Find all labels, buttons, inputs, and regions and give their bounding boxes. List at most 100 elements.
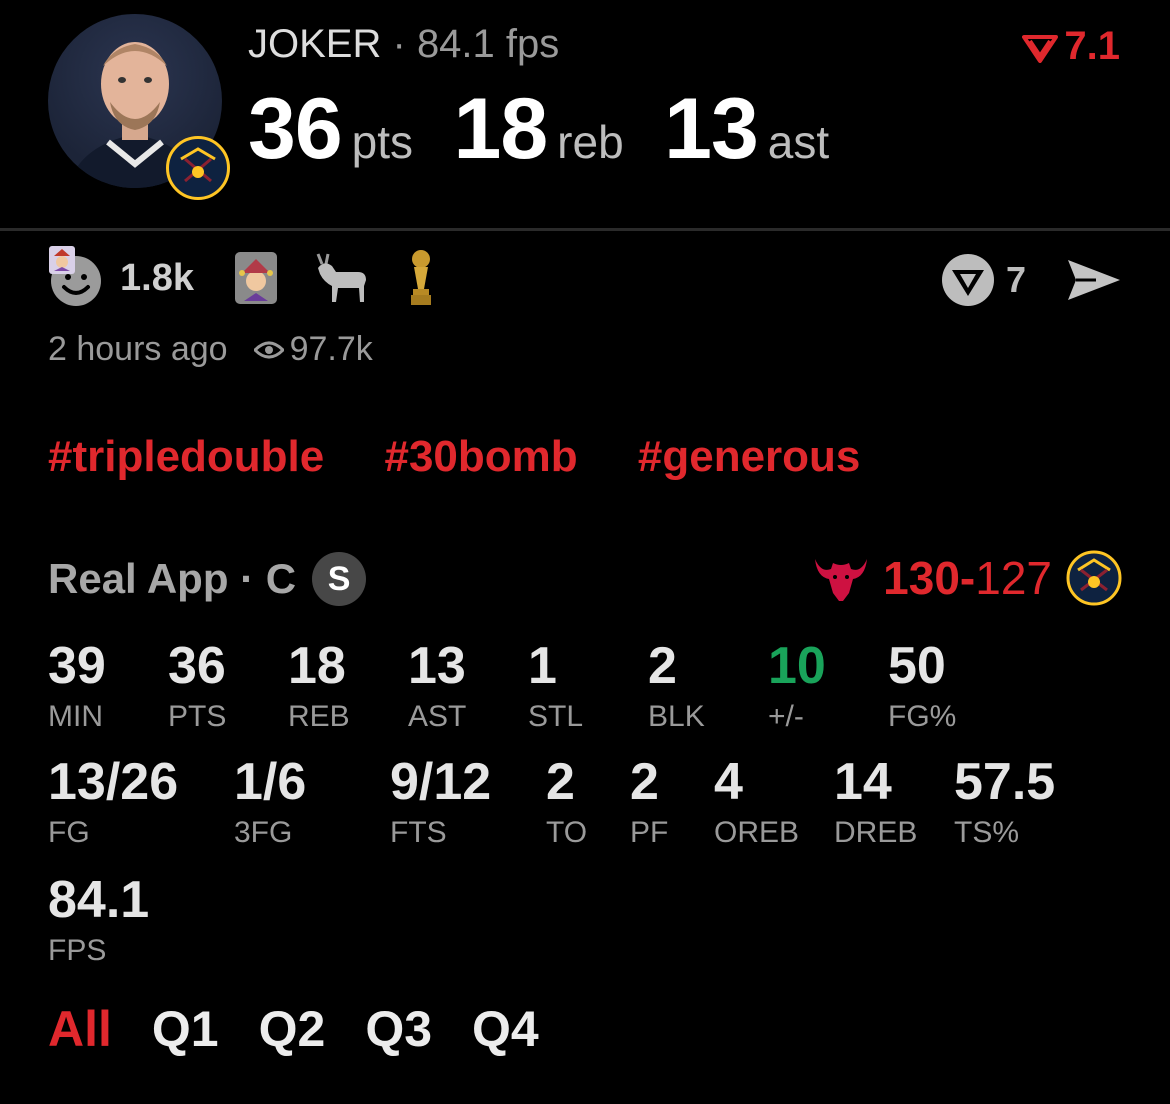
rating-value: 7.1: [1064, 24, 1120, 68]
stat-value: 9/12: [390, 753, 492, 811]
home-score: 130: [883, 552, 960, 604]
stat-value: 1/6: [234, 753, 307, 811]
stat-blk: 2 BLK: [648, 640, 705, 734]
time-ago: 2 hours ago: [48, 330, 228, 368]
bulls-logo-icon: [813, 553, 869, 603]
views: 97.7k: [253, 330, 373, 369]
post-meta: 2 hours ago 97.7k: [48, 330, 373, 369]
stat-value: 84.1: [48, 871, 150, 929]
rating: 7.1: [1022, 24, 1120, 69]
stat-min: 39 MIN: [48, 640, 106, 734]
score-dash: -: [959, 552, 976, 604]
fps-label: 84.1 fps: [416, 22, 560, 66]
stat-value: 14: [834, 753, 892, 811]
stat-fg: 13/26 FG: [48, 756, 178, 850]
stat-3fg: 1/6 3FG: [234, 756, 306, 850]
stat-label: DREB: [834, 816, 918, 849]
hashtags: #tripledouble #30bomb #generous: [48, 432, 908, 482]
headline-value: 18: [453, 81, 549, 177]
headline-unit: reb: [557, 116, 624, 168]
headline-stats: 36 pts 18 reb 13 ast: [248, 80, 865, 179]
source-label: Real App · C: [48, 555, 297, 602]
stat-value: 10: [768, 637, 826, 695]
tab-q3[interactable]: Q3: [365, 1000, 432, 1058]
stat-value: 1: [528, 637, 557, 695]
stat-fts: 9/12 FTS: [390, 756, 491, 850]
stat-value: 39: [48, 637, 106, 695]
stat-value: 50: [888, 637, 946, 695]
jester-card-icon[interactable]: [234, 251, 278, 305]
tab-q1[interactable]: Q1: [152, 1000, 219, 1058]
hashtag-link[interactable]: #generous: [638, 432, 861, 481]
trophy-icon[interactable]: [406, 249, 436, 307]
stat-dreb: 14 DREB: [834, 756, 917, 850]
player-title: JOKER · 84.1 fps: [248, 22, 559, 67]
stat-label: STL: [528, 700, 584, 733]
send-icon[interactable]: [1066, 256, 1122, 304]
comment-count[interactable]: 7: [1006, 259, 1026, 301]
stat-label: TS%: [954, 816, 1020, 849]
stat-fps: 84.1 FPS: [48, 874, 149, 968]
stat-pts: 36 PTS: [168, 640, 226, 734]
stat-value: 2: [648, 637, 677, 695]
hashtag-link[interactable]: #tripledouble: [48, 432, 324, 481]
stat-reb: 18 REB: [288, 640, 350, 734]
headline-value: 36: [248, 81, 343, 177]
red-arrow-logo-icon: [1022, 35, 1059, 64]
stat-label: FG: [48, 816, 90, 849]
reactions-bar: 1.8k: [48, 246, 472, 310]
stat-label: OREB: [714, 816, 800, 849]
stat-ast: 13 AST: [408, 640, 466, 734]
stat-label: 3FG: [234, 816, 293, 849]
stat-value: 4: [714, 753, 743, 811]
stat-value: 18: [288, 637, 346, 695]
nuggets-logo-icon: [1066, 550, 1122, 606]
stat-label: +/-: [768, 700, 804, 733]
stat-value: 2: [546, 753, 575, 811]
stat-to: 2 TO: [546, 756, 587, 850]
stat-label: BLK: [648, 700, 705, 733]
stat-label: FPS: [48, 934, 107, 967]
stat-label: TO: [546, 816, 588, 849]
goat-icon[interactable]: [314, 252, 370, 304]
stat-label: FTS: [390, 816, 447, 849]
divider: [0, 228, 1170, 231]
title-separator: ·: [392, 22, 406, 66]
jester-emoji-icon: [48, 245, 76, 280]
tab-q2[interactable]: Q2: [259, 1000, 326, 1058]
quarter-tabs: All Q1 Q2 Q3 Q4: [48, 1000, 579, 1058]
nuggets-logo-icon: [166, 136, 230, 200]
stat-oreb: 4 OREB: [714, 756, 799, 850]
tab-q4[interactable]: Q4: [472, 1000, 539, 1058]
reaction-count[interactable]: 1.8k: [120, 257, 194, 300]
stat-label: MIN: [48, 700, 103, 733]
stat-value: 13/26: [48, 753, 179, 811]
smiley-face-icon[interactable]: [48, 246, 106, 307]
stat-label: AST: [408, 700, 467, 733]
stat-value: 57.5: [954, 753, 1056, 811]
stat-plus-minus: 10 +/-: [768, 640, 826, 734]
stat-value: 2: [630, 753, 659, 811]
stat-label: FG%: [888, 700, 957, 733]
stat-source: Real App · C S: [48, 552, 367, 606]
stat-fg-pct: 50 FG%: [888, 640, 956, 734]
stat-label: PF: [630, 816, 669, 849]
headline-unit: pts: [351, 116, 414, 168]
hashtag-link[interactable]: #30bomb: [384, 432, 577, 481]
away-score: 127: [975, 552, 1052, 604]
comment-logo-icon[interactable]: [940, 252, 996, 308]
post-actions: 7: [940, 252, 1122, 308]
player-name[interactable]: JOKER: [248, 22, 381, 66]
game-score[interactable]: 130-127: [813, 550, 1122, 606]
stat-ts-pct: 57.5 TS%: [954, 756, 1055, 850]
view-count: 97.7k: [289, 330, 373, 368]
source-badge[interactable]: S: [312, 552, 367, 606]
stat-label: PTS: [168, 700, 227, 733]
eye-icon: [253, 341, 284, 358]
stat-label: REB: [288, 700, 350, 733]
stat-pf: 2 PF: [630, 756, 668, 850]
tab-all[interactable]: All: [48, 1000, 112, 1058]
headline-value: 13: [664, 81, 759, 177]
headline-unit: ast: [767, 116, 830, 168]
stat-value: 36: [168, 637, 226, 695]
